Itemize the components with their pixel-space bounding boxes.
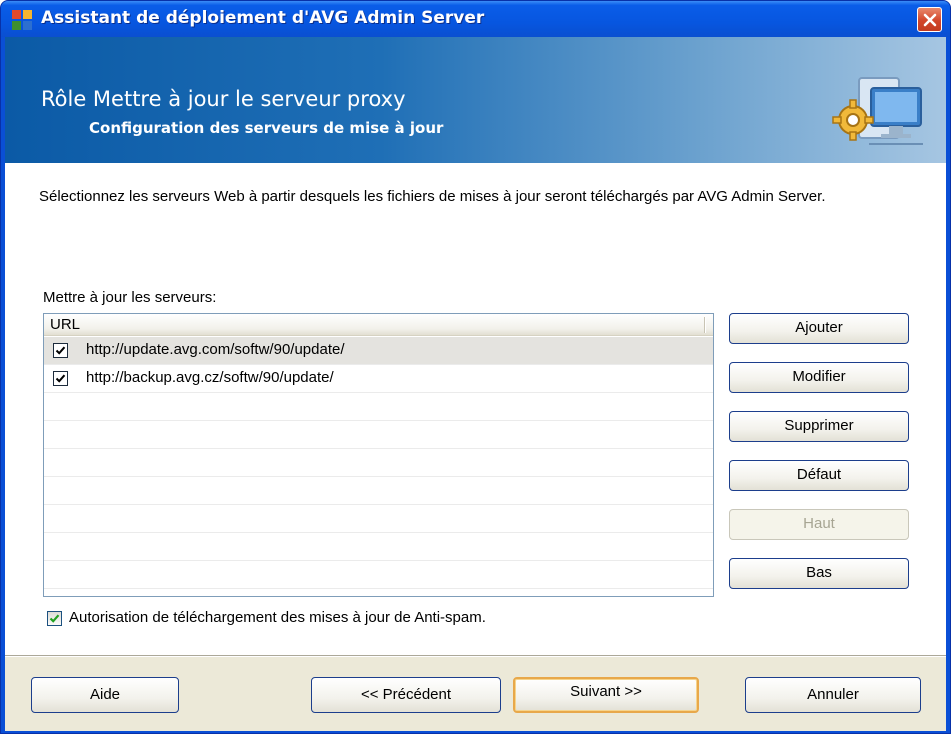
antispam-checkbox[interactable] [47,611,62,626]
empty-row [44,477,713,505]
antispam-label: Autorisation de téléchargement des mises… [69,609,486,626]
title-bar[interactable]: Assistant de déploiement d'AVG Admin Ser… [1,1,950,37]
close-button[interactable] [917,7,942,32]
page-title: Rôle Mettre à jour le serveur proxy [41,87,406,111]
wizard-header: Rôle Mettre à jour le serveur proxy Conf… [5,37,946,163]
footer-divider [5,655,946,657]
row-checkbox[interactable] [53,371,68,386]
empty-row [44,533,713,561]
empty-row [44,505,713,533]
close-icon [923,13,937,27]
column-header-url[interactable]: URL [44,314,713,336]
cancel-button[interactable]: Annuler [745,677,921,713]
checkmark-icon [55,346,66,355]
window-title: Assistant de déploiement d'AVG Admin Ser… [41,8,485,28]
table-row[interactable]: http://update.avg.com/softw/90/update/ [44,337,713,365]
avg-logo-icon [12,10,32,30]
modify-button[interactable]: Modifier [729,362,909,393]
list-rows: http://update.avg.com/softw/90/update/ h… [44,337,713,589]
empty-row [44,449,713,477]
gear-computer-icon [832,77,923,145]
dialog-client: Rôle Mettre à jour le serveur proxy Conf… [5,37,946,731]
move-up-button[interactable]: Haut [729,509,909,540]
default-button[interactable]: Défaut [729,460,909,491]
table-row[interactable]: http://backup.avg.cz/softw/90/update/ [44,365,713,393]
servers-list[interactable]: URL http://update.avg.com/softw/90/updat… [43,313,714,597]
column-separator[interactable] [704,317,706,333]
content-panel: Sélectionnez les serveurs Web à partir d… [5,163,946,655]
row-url: http://backup.avg.cz/softw/90/update/ [86,369,334,386]
column-header-label: URL [50,316,81,333]
page-subtitle: Configuration des serveurs de mise à jou… [89,119,444,137]
next-button[interactable]: Suivant >> [513,677,699,713]
checkmark-icon [55,374,66,383]
empty-row [44,421,713,449]
row-url: http://update.avg.com/softw/90/update/ [86,341,345,358]
add-button[interactable]: Ajouter [729,313,909,344]
servers-label: Mettre à jour les serveurs: [43,289,217,306]
help-button[interactable]: Aide [31,677,179,713]
row-checkbox[interactable] [53,343,68,358]
checkmark-icon [49,614,60,623]
previous-button[interactable]: << Précédent [311,677,501,713]
delete-button[interactable]: Supprimer [729,411,909,442]
intro-text: Sélectionnez les serveurs Web à partir d… [39,188,826,205]
empty-row [44,393,713,421]
empty-row [44,561,713,589]
move-down-button[interactable]: Bas [729,558,909,589]
wizard-window: Assistant de déploiement d'AVG Admin Ser… [0,0,951,734]
